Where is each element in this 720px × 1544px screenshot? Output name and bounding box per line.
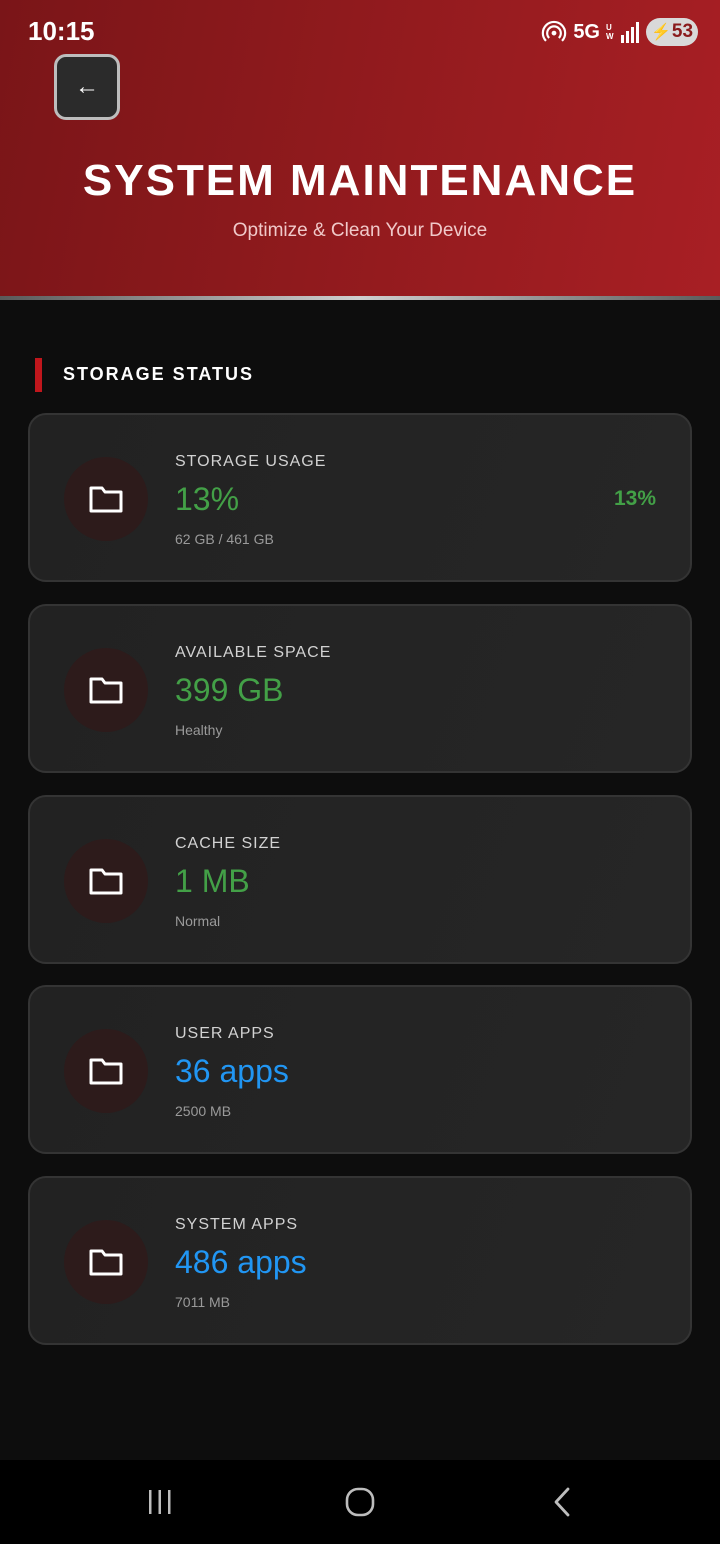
network-sub: UW: [606, 23, 614, 41]
folder-icon: [89, 1249, 123, 1276]
back-icon: [554, 1487, 570, 1517]
icon-circle: [64, 648, 148, 732]
status-time: 10:15: [28, 16, 95, 46]
card-label: AVAILABLE SPACE: [175, 644, 332, 661]
user-apps-card[interactable]: USER APPS 36 apps 2500 MB: [28, 985, 692, 1154]
card-value: 399 GB: [175, 672, 284, 708]
card-subtext: Healthy: [175, 722, 223, 738]
home-button[interactable]: [340, 1482, 380, 1522]
cache-size-card[interactable]: CACHE SIZE 1 MB Normal: [28, 795, 692, 964]
card-label: USER APPS: [175, 1025, 275, 1042]
icon-circle: [64, 1029, 148, 1113]
section-accent-bar: [35, 358, 42, 392]
card-subtext: 7011 MB: [175, 1294, 230, 1310]
section-title: STORAGE STATUS: [63, 364, 255, 384]
card-label: SYSTEM APPS: [175, 1216, 299, 1233]
card-value: 486 apps: [175, 1244, 307, 1280]
header-divider: [0, 296, 720, 300]
available-space-card[interactable]: AVAILABLE SPACE 399 GB Healthy: [28, 604, 692, 773]
card-value: 1 MB: [175, 863, 250, 899]
status-icons: 5G UW ⚡ 53: [541, 16, 698, 48]
card-label: CACHE SIZE: [175, 835, 282, 852]
storage-usage-card[interactable]: STORAGE USAGE 13% 62 GB / 461 GB 13%: [28, 413, 692, 582]
folder-icon: [89, 486, 123, 513]
signal-bars-icon: [621, 22, 639, 43]
recents-button[interactable]: [140, 1482, 180, 1522]
folder-icon: [89, 677, 123, 704]
usage-percent: 13%: [613, 487, 656, 510]
icon-circle: [64, 457, 148, 541]
card-subtext: 62 GB / 461 GB: [175, 531, 274, 547]
icon-circle: [64, 839, 148, 923]
hotspot-icon: [542, 20, 567, 42]
folder-icon: [89, 868, 123, 895]
back-button[interactable]: ←: [54, 54, 120, 120]
card-label: STORAGE USAGE: [175, 453, 327, 470]
system-apps-card[interactable]: SYSTEM APPS 486 apps 7011 MB: [28, 1176, 692, 1345]
system-nav-bar: [0, 1460, 720, 1544]
battery-indicator: ⚡ 53: [646, 18, 698, 46]
page-subtitle: Optimize & Clean Your Device: [232, 220, 488, 241]
battery-level: 53: [671, 21, 694, 42]
charging-icon: ⚡: [650, 24, 671, 41]
nav-back-button[interactable]: [542, 1482, 582, 1522]
network-type: 5G: [573, 20, 600, 43]
card-subtext: 2500 MB: [175, 1103, 232, 1119]
icon-circle: [64, 1220, 148, 1304]
home-icon: [345, 1487, 375, 1517]
card-subtext: Normal: [175, 913, 221, 929]
recents-icon: [149, 1490, 171, 1514]
card-value: 36 apps: [175, 1053, 289, 1089]
folder-icon: [89, 1058, 123, 1085]
card-value: 13%: [175, 481, 240, 517]
back-arrow-icon: ←: [75, 73, 99, 100]
page-title: SYSTEM MAINTENANCE: [82, 156, 638, 205]
